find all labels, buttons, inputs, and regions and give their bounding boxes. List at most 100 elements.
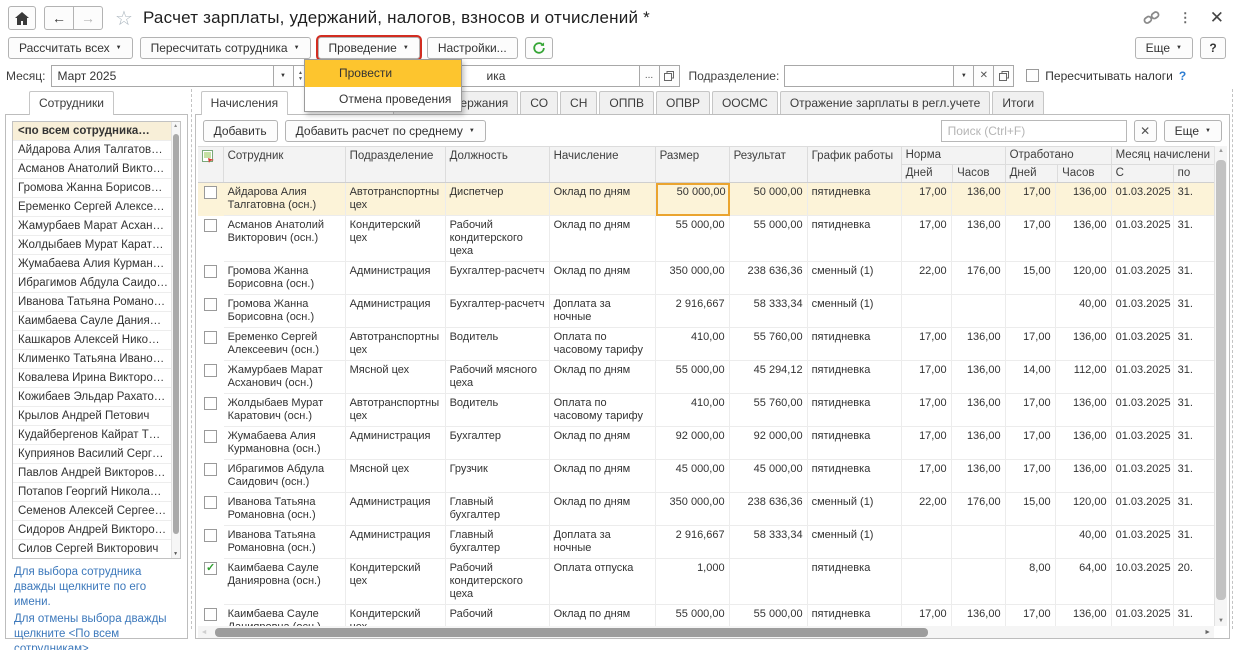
list-item[interactable]: Крылов Андрей Петович — [13, 407, 180, 426]
organization-open-icon[interactable] — [659, 65, 680, 87]
list-item[interactable]: Силов Сергей Викторович — [13, 540, 180, 559]
scroll-down-icon[interactable]: ▼ — [172, 551, 180, 557]
list-item[interactable]: Кашкаров Алексей Нико… — [13, 331, 180, 350]
recalc-taxes-checkbox[interactable] — [1026, 69, 1039, 82]
more-menu-icon[interactable]: ⋮ — [1179, 12, 1192, 24]
add-button[interactable]: Добавить — [203, 120, 278, 142]
list-item[interactable]: Семенов Алексей Сергее… — [13, 502, 180, 521]
favorite-star-icon[interactable]: ☆ — [115, 6, 133, 31]
scroll-up-icon[interactable]: ▲ — [172, 123, 180, 129]
list-item[interactable]: Каимбаева Сауле Дания… — [13, 312, 180, 331]
table-row[interactable]: Жумабаева Алия Курмановна (осн.)Админист… — [198, 427, 1214, 460]
scroll-left-icon[interactable]: ◄ — [198, 629, 211, 636]
row-checkbox[interactable] — [204, 608, 217, 621]
list-item[interactable]: Кожибаев Эльдар Рахато… — [13, 388, 180, 407]
row-checkbox[interactable] — [204, 364, 217, 377]
table-horizontal-scrollbar[interactable]: ◄ ► — [198, 626, 1214, 638]
row-checkbox[interactable] — [204, 186, 217, 199]
table-row[interactable]: Жолдыбаев Мурат Каратович (осн.)Автотран… — [198, 394, 1214, 427]
search-clear-button[interactable]: ✕ — [1134, 120, 1157, 142]
row-checkbox[interactable]: ✓ — [204, 562, 217, 575]
table-row[interactable]: Громова Жанна Борисовна (осн.)Администра… — [198, 295, 1214, 328]
tab-main-8[interactable]: Итоги — [992, 91, 1044, 114]
tab-main-7[interactable]: Отражение зарплаты в регл.учете — [780, 91, 991, 114]
tab-main-6[interactable]: ООСМС — [712, 91, 778, 114]
row-checkbox[interactable] — [204, 265, 217, 278]
calculate-all-button[interactable]: Рассчитать всех▼ — [8, 37, 133, 59]
table-row[interactable]: Еременко Сергей Алексеевич (осн.)Автотра… — [198, 328, 1214, 361]
department-clear-button[interactable]: ✕ — [973, 65, 994, 87]
row-checkbox[interactable] — [204, 219, 217, 232]
more-button-table[interactable]: Еще▼ — [1164, 120, 1222, 142]
row-checkbox[interactable] — [204, 298, 217, 311]
scroll-thumb[interactable] — [173, 134, 179, 534]
table-row[interactable]: Асманов Анатолий Викторович (осн.)Кондит… — [198, 216, 1214, 262]
table-row[interactable]: Иванова Татьяна Романовна (осн.)Админист… — [198, 493, 1214, 526]
col-position[interactable]: Должность — [446, 147, 550, 182]
list-item[interactable]: Сидоров Андрей Викторо… — [13, 521, 180, 540]
department-input[interactable] — [784, 65, 954, 87]
tab-main-3[interactable]: СН — [560, 91, 597, 114]
list-item[interactable]: Иванова Татьяна Романо… — [13, 293, 180, 312]
posting-button[interactable]: Проведение▼ — [318, 37, 420, 59]
organization-select-button[interactable]: ... — [639, 65, 660, 87]
col-employee[interactable]: Сотрудник — [224, 147, 346, 182]
settings-button[interactable]: Настройки... — [427, 37, 518, 59]
help-button[interactable]: ? — [1200, 37, 1226, 59]
list-item[interactable]: <по всем сотрудника… — [13, 122, 180, 141]
row-checkbox[interactable] — [204, 430, 217, 443]
list-item[interactable]: Громова Жанна Борисов… — [13, 179, 180, 198]
scroll-right-icon[interactable]: ► — [1201, 629, 1214, 636]
department-dropdown-button[interactable]: ▼ — [953, 65, 974, 87]
table-row[interactable]: ✓Каимбаева Сауле Данияровна (осн.)Кондит… — [198, 559, 1214, 605]
col-department[interactable]: Подразделение — [346, 147, 446, 182]
list-item[interactable]: Асманов Анатолий Викто… — [13, 160, 180, 179]
tab-main-2[interactable]: СО — [520, 91, 558, 114]
list-item[interactable]: Ибрагимов Абдула Саидо… — [13, 274, 180, 293]
scroll-up-icon[interactable]: ▲ — [1215, 148, 1227, 154]
menu-item-post[interactable]: Провести — [305, 60, 461, 87]
col-result[interactable]: Результат — [730, 147, 808, 182]
link-icon[interactable] — [1142, 9, 1161, 27]
list-item[interactable]: Жамурбаев Марат Асхан… — [13, 217, 180, 236]
month-input[interactable]: Март 2025 — [51, 65, 274, 87]
menu-item-cancel-posting[interactable]: Отмена проведения — [305, 87, 461, 111]
table-row[interactable]: Каимбаева Сауле Данияровна (осн.)Кондите… — [198, 605, 1214, 626]
department-open-icon[interactable] — [993, 65, 1014, 87]
table-row[interactable]: Громова Жанна Борисовна (осн.)Администра… — [198, 262, 1214, 295]
add-average-calc-button[interactable]: Добавить расчет по среднему▼ — [285, 120, 486, 142]
table-row[interactable]: Жамурбаев Марат Асханович (осн.)Мясной ц… — [198, 361, 1214, 394]
month-dropdown-button[interactable]: ▼ — [273, 65, 294, 87]
recalc-taxes-help-icon[interactable]: ? — [1179, 69, 1186, 83]
close-icon[interactable]: ✕ — [1210, 8, 1224, 28]
list-item[interactable]: Потапов Георгий Никола… — [13, 483, 180, 502]
employee-list-scrollbar[interactable]: ▲ ▼ — [171, 122, 180, 558]
row-checkbox[interactable] — [204, 463, 217, 476]
list-item[interactable]: Клименко Татьяна Ивано… — [13, 350, 180, 369]
col-size[interactable]: Размер — [656, 147, 730, 182]
tab-main-5[interactable]: ОПВР — [656, 91, 710, 114]
list-item[interactable]: Еременко Сергей Алексе… — [13, 198, 180, 217]
tab-main-4[interactable]: ОППВ — [599, 91, 654, 114]
table-vertical-scrollbar[interactable]: ▲ ▼ — [1214, 146, 1227, 626]
col-accrual[interactable]: Начисление — [550, 147, 656, 182]
table-row[interactable]: Иванова Татьяна Романовна (осн.)Админист… — [198, 526, 1214, 559]
col-group-accrual-month[interactable]: Месяц начислени Спо — [1112, 147, 1214, 182]
col-group-worked[interactable]: Отработано ДнейЧасов — [1006, 147, 1112, 182]
list-item[interactable]: Жолдыбаев Мурат Карат… — [13, 236, 180, 255]
col-group-norm[interactable]: Норма ДнейЧасов — [902, 147, 1006, 182]
tab-accruals[interactable]: Начисления — [201, 91, 289, 115]
scroll-down-icon[interactable]: ▼ — [1215, 618, 1227, 624]
table-row[interactable]: Айдарова Алия Талгатовна (осн.)Автотранс… — [198, 183, 1214, 216]
list-item[interactable]: Жумабаева Алия Курман… — [13, 255, 180, 274]
scroll-thumb[interactable] — [215, 628, 928, 637]
back-button[interactable]: ← — [44, 6, 74, 30]
search-input[interactable] — [941, 120, 1127, 142]
forward-button[interactable]: → — [73, 6, 103, 30]
list-item[interactable]: Ковалева Ирина Викторо… — [13, 369, 180, 388]
more-button-top[interactable]: Еще▼ — [1135, 37, 1193, 59]
list-item[interactable]: Кудайбергенов Кайрат Т… — [13, 426, 180, 445]
tab-employees[interactable]: Сотрудники — [29, 91, 114, 115]
row-checkbox[interactable] — [204, 496, 217, 509]
row-checkbox[interactable] — [204, 529, 217, 542]
